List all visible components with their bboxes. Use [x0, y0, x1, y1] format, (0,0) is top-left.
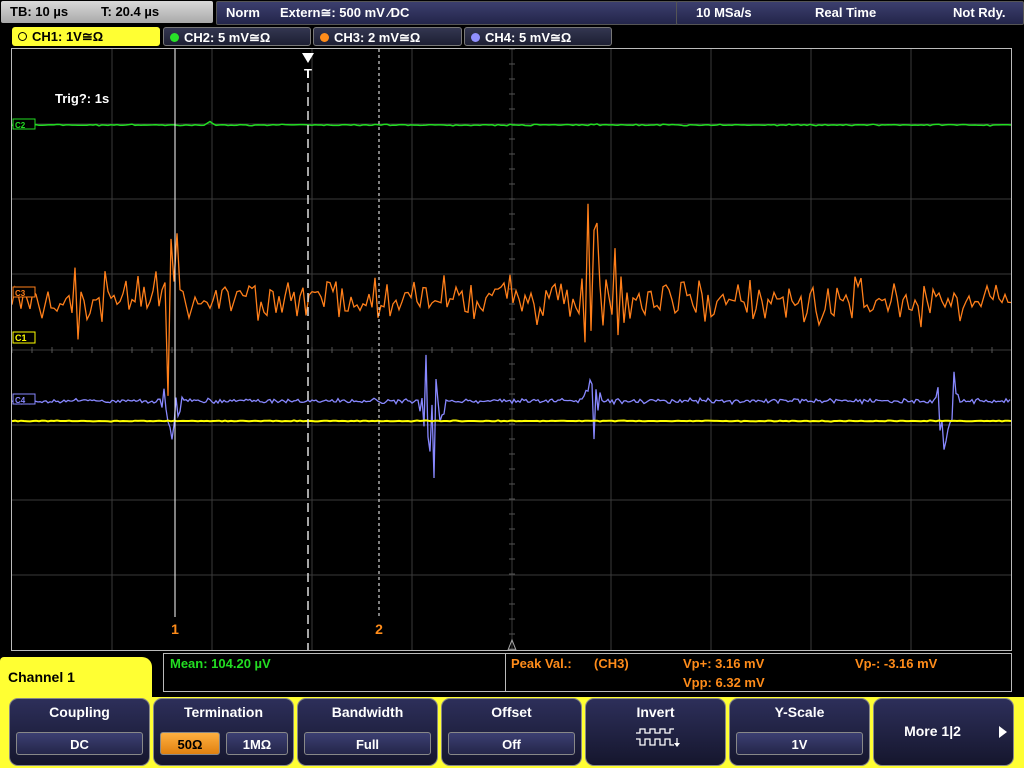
tab-channel-2[interactable]: CH2: 5 mV≅Ω — [163, 27, 311, 46]
ready-status: Not Rdy. — [953, 5, 1006, 20]
status-bar: TB: 10 µs T: 20.4 µs Norm Extern≅: 500 m… — [0, 0, 1024, 25]
invert-softkey[interactable]: Invert — [585, 698, 726, 766]
invert-waveform-icon — [636, 728, 680, 747]
svg-text:C3: C3 — [15, 289, 26, 298]
svg-text:C4: C4 — [15, 396, 26, 405]
acquisition-mode: Real Time — [815, 5, 877, 20]
waveform-display[interactable]: T 1 2 Trig?: 1s C2 C3 C1 C4 — [11, 48, 1012, 651]
ch1-trace — [12, 419, 1011, 423]
timebase-panel[interactable]: TB: 10 µs T: 20.4 µs — [1, 1, 213, 23]
bandwidth-softkey[interactable]: Bandwidth Full — [297, 698, 438, 766]
ch1-ground-marker: C1 — [12, 331, 36, 344]
termination-option-50ohm[interactable]: 50Ω — [160, 732, 220, 755]
channel-4-indicator-icon — [471, 33, 480, 42]
coupling-softkey[interactable]: Coupling DC — [9, 698, 150, 766]
tab-channel-3[interactable]: CH3: 2 mV≅Ω — [313, 27, 462, 46]
trigger-mode: Norm — [226, 5, 260, 20]
acquisition-panel[interactable]: 10 MSa/s Real Time Not Rdy. — [676, 1, 1024, 25]
timebase-value: TB: 10 µs — [10, 4, 69, 19]
offset-softkey[interactable]: Offset Off — [441, 698, 582, 766]
trigger-source: Extern≅: 500 mV ⁄DC — [280, 5, 410, 20]
termination-softkey[interactable]: Termination 50Ω 1MΩ — [153, 698, 294, 766]
y-scale-value[interactable]: 1V — [736, 732, 863, 755]
svg-text:C1: C1 — [15, 333, 27, 343]
channel-1-indicator-icon — [18, 32, 27, 41]
termination-title: Termination — [183, 704, 264, 720]
termination-option-1mohm[interactable]: 1MΩ — [226, 732, 288, 755]
peak-source: (CH3) — [594, 656, 629, 671]
offset-value[interactable]: Off — [448, 732, 575, 755]
channel-2-indicator-icon — [170, 33, 179, 42]
vp-plus-measurement: Vp+: 3.16 mV — [683, 656, 765, 671]
bandwidth-title: Bandwidth — [331, 704, 404, 720]
graticule-grid — [12, 49, 1011, 650]
tab-channel-4-label: CH4: 5 mV≅Ω — [485, 30, 572, 45]
trigger-panel[interactable]: Norm Extern≅: 500 mV ⁄DC — [216, 1, 678, 25]
arrow-right-icon — [999, 726, 1007, 738]
tab-channel-1-label: CH1: 1V≅Ω — [32, 29, 104, 44]
invert-title: Invert — [636, 704, 675, 720]
channel-3-indicator-icon — [320, 33, 329, 42]
ch3-ground-marker: C3 — [12, 286, 36, 298]
vpp-measurement: Vpp: 6.32 mV — [683, 675, 765, 690]
sample-rate: 10 MSa/s — [696, 5, 752, 20]
y-scale-softkey[interactable]: Y-Scale 1V — [729, 698, 870, 766]
ch2-ground-marker: C2 — [12, 118, 36, 130]
coupling-title: Coupling — [49, 704, 110, 720]
mean-measurement: Mean: 104.20 µV — [170, 656, 271, 671]
trigger-info: Trig?: 1s — [55, 91, 109, 106]
offset-title: Offset — [491, 704, 532, 720]
measurement-divider — [505, 654, 506, 691]
tab-channel-3-label: CH3: 2 mV≅Ω — [334, 30, 421, 45]
bandwidth-value[interactable]: Full — [304, 732, 431, 755]
vp-minus-measurement: Vp-: -3.16 mV — [855, 656, 938, 671]
measurement-bar[interactable]: Mean: 104.20 µV Peak Val.: (CH3) Vp+: 3.… — [163, 653, 1012, 692]
tab-channel-4[interactable]: CH4: 5 mV≅Ω — [464, 27, 612, 46]
waveform-canvas: T 1 2 Trig?: 1s C2 C3 C1 C4 — [12, 49, 1011, 650]
cursor-1-label: 1 — [171, 621, 179, 637]
trigger-time-value: T: 20.4 µs — [101, 4, 160, 19]
tab-channel-2-label: CH2: 5 mV≅Ω — [184, 30, 271, 45]
trigger-marker-label: T — [304, 66, 312, 81]
svg-text:C2: C2 — [15, 121, 26, 130]
y-scale-title: Y-Scale — [774, 704, 825, 720]
ch4-trace — [12, 354, 1011, 479]
ch4-ground-marker: C4 — [12, 393, 36, 405]
cursor-2-label: 2 — [375, 621, 383, 637]
more-softkey[interactable]: More 1|2 — [873, 698, 1014, 766]
tab-channel-1[interactable]: CH1: 1V≅Ω — [12, 27, 160, 46]
menu-title: Channel 1 — [0, 657, 152, 697]
coupling-value[interactable]: DC — [16, 732, 143, 755]
peak-label: Peak Val.: — [511, 656, 572, 671]
more-label: More 1|2 — [904, 723, 961, 739]
